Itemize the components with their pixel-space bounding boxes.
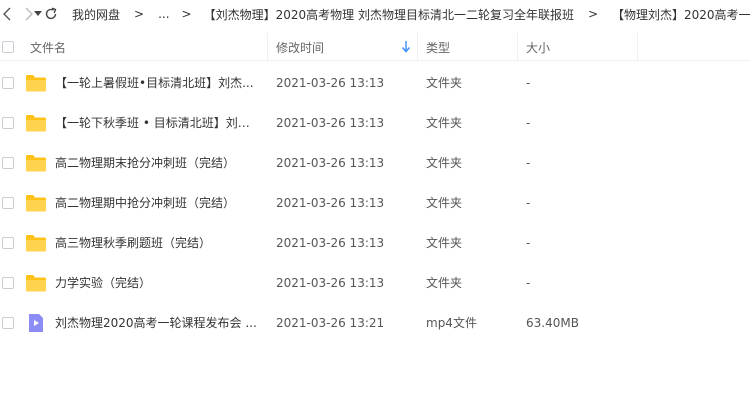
file-name[interactable]: 高二物理期末抢分冲刺班（完结） (55, 143, 260, 183)
breadcrumb: 我的网盘 > ... > 【刘杰物理】2020高考物理 刘杰物理目标清北一二轮复… (70, 6, 750, 23)
file-row[interactable]: 高三物理秋季刷题班（完结） 2021-03-26 13:13 文件夹 - (0, 223, 750, 263)
file-size: - (526, 276, 531, 290)
file-name[interactable]: 【一轮上暑假班•目标清北班】刘杰... (55, 63, 260, 103)
header-modified[interactable]: 修改时间 (267, 33, 417, 61)
file-type: 文件夹 (426, 196, 463, 210)
header-size[interactable]: 大小 (517, 33, 637, 61)
sort-descending-icon (401, 41, 411, 53)
file-modified-time: 2021-03-26 13:13 (276, 76, 385, 90)
file-name[interactable]: 力学实验（完结） (55, 263, 260, 303)
file-modified-time: 2021-03-26 13:13 (276, 156, 385, 170)
file-type: 文件夹 (426, 156, 463, 170)
refresh-icon (45, 7, 57, 20)
file-row[interactable]: 【一轮上暑假班•目标清北班】刘杰... 2021-03-26 13:13 文件夹 - (0, 63, 750, 103)
toolbar: 我的网盘 > ... > 【刘杰物理】2020高考物理 刘杰物理目标清北一二轮复… (0, 0, 750, 28)
file-row[interactable]: 【一轮下秋季班 • 目标清北班】刘杰... 2021-03-26 13:13 文件夹… (0, 103, 750, 143)
header-name-label: 文件名 (30, 40, 67, 55)
file-type: 文件夹 (426, 76, 463, 90)
file-size: - (526, 156, 531, 170)
file-size: - (526, 76, 531, 90)
row-checkbox[interactable] (2, 317, 14, 329)
folder-icon (25, 273, 47, 293)
file-list-header: 文件名 修改时间 类型 大小 (0, 33, 750, 61)
header-name[interactable]: 文件名 (30, 33, 266, 61)
row-checkbox[interactable] (2, 77, 14, 89)
file-row[interactable]: 高二物理期中抢分冲刺班（完结） 2021-03-26 13:13 文件夹 - (0, 183, 750, 223)
file-modified-time: 2021-03-26 13:13 (276, 116, 385, 130)
header-modified-label: 修改时间 (276, 40, 325, 55)
select-all-checkbox-wrap (2, 33, 14, 61)
back-button[interactable] (2, 3, 14, 25)
header-type[interactable]: 类型 (417, 33, 517, 61)
file-modified-time: 2021-03-26 13:21 (276, 316, 385, 330)
header-size-label: 大小 (526, 40, 551, 55)
video-file-icon (25, 313, 47, 333)
folder-icon (25, 193, 47, 213)
caret-down-icon (34, 11, 42, 16)
refresh-button[interactable] (44, 3, 58, 25)
file-row[interactable]: 高二物理期末抢分冲刺班（完结） 2021-03-26 13:13 文件夹 - (0, 143, 750, 183)
chevron-right-icon (25, 7, 33, 21)
file-name[interactable]: 高二物理期中抢分冲刺班（完结） (55, 183, 260, 223)
file-type: 文件夹 (426, 236, 463, 250)
folder-icon (25, 73, 47, 93)
header-type-label: 类型 (426, 40, 451, 55)
file-name[interactable]: 刘杰物理2020高考一轮课程发布会 ... (55, 303, 260, 343)
breadcrumb-item-root[interactable]: 我的网盘 (70, 6, 122, 23)
row-checkbox[interactable] (2, 237, 14, 249)
file-type: 文件夹 (426, 116, 463, 130)
file-modified-time: 2021-03-26 13:13 (276, 236, 385, 250)
folder-icon (25, 113, 47, 133)
file-size: - (526, 196, 531, 210)
row-checkbox[interactable] (2, 197, 14, 209)
header-spacer (637, 33, 750, 61)
select-all-checkbox[interactable] (2, 41, 14, 53)
breadcrumb-item-course[interactable]: 【刘杰物理】2020高考物理 刘杰物理目标清北一二轮复习全年联报班 (202, 6, 576, 23)
breadcrumb-item-current[interactable]: 【物理刘杰】2020高考一 (610, 6, 750, 23)
file-size: 63.40MB (526, 316, 579, 330)
breadcrumb-separator: > (181, 7, 192, 21)
breadcrumb-separator: > (587, 7, 599, 21)
file-modified-time: 2021-03-26 13:13 (276, 276, 385, 290)
folder-icon (25, 153, 47, 173)
file-size: - (526, 236, 531, 250)
row-checkbox[interactable] (2, 117, 14, 129)
file-name[interactable]: 高三物理秋季刷题班（完结） (55, 223, 260, 263)
file-row[interactable]: 力学实验（完结） 2021-03-26 13:13 文件夹 - (0, 263, 750, 303)
file-size: - (526, 116, 531, 130)
chevron-left-icon (3, 7, 11, 21)
row-checkbox[interactable] (2, 277, 14, 289)
row-checkbox[interactable] (2, 157, 14, 169)
forward-button[interactable] (22, 3, 34, 25)
breadcrumb-separator: > (134, 7, 145, 21)
breadcrumb-item-ellipsis[interactable]: ... (156, 7, 171, 21)
history-dropdown-button[interactable] (34, 3, 42, 25)
file-type: mp4文件 (426, 316, 477, 330)
file-type: 文件夹 (426, 276, 463, 290)
folder-icon (25, 233, 47, 253)
file-name[interactable]: 【一轮下秋季班 • 目标清北班】刘杰... (55, 103, 260, 143)
file-modified-time: 2021-03-26 13:13 (276, 196, 385, 210)
file-row[interactable]: 刘杰物理2020高考一轮课程发布会 ... 2021-03-26 13:21 mp4… (0, 303, 750, 343)
